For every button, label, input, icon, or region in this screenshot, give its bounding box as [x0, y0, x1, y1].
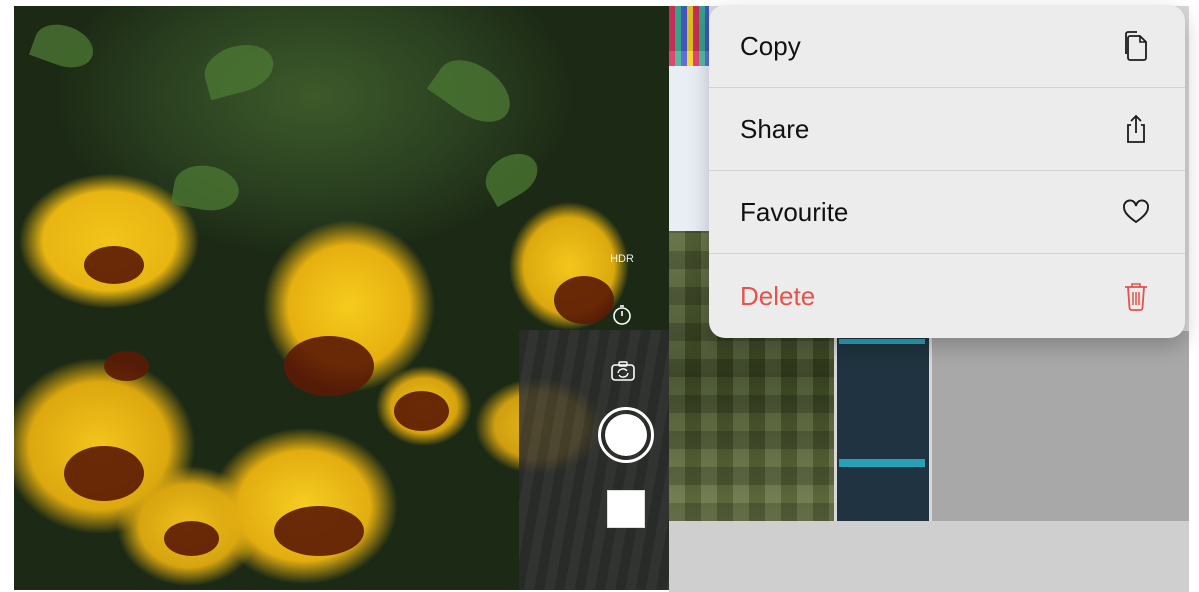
shutter-inner [605, 414, 647, 456]
flower-center [284, 336, 374, 396]
foliage [426, 47, 522, 135]
flower-center [394, 391, 449, 431]
screenshot-header-bar [839, 339, 925, 344]
foliage [170, 160, 243, 216]
camera-viewfinder [14, 6, 669, 590]
menu-item-label: Favourite [740, 196, 849, 227]
desktop-screenshot-thumbnail[interactable] [669, 6, 709, 231]
menu-item-copy[interactable]: Copy [709, 5, 1185, 88]
flower-center [554, 276, 614, 324]
screenshot-button-bar [839, 459, 925, 467]
flower-center [64, 446, 144, 501]
grid-empty-area [669, 521, 1189, 592]
timer-icon[interactable] [611, 304, 633, 326]
foliage [28, 16, 100, 76]
camera-flip-icon[interactable] [610, 360, 636, 382]
menu-item-favourite[interactable]: Favourite [709, 171, 1185, 254]
foliage [477, 144, 546, 208]
context-menu: Copy Share Favourite Delete [709, 5, 1185, 338]
grey-photo-thumbnail[interactable] [932, 331, 1189, 521]
flower-center [104, 351, 149, 381]
menu-item-label: Share [740, 113, 810, 144]
flower-center [164, 521, 219, 556]
last-photo-thumbnail[interactable] [607, 490, 645, 528]
trash-icon [1121, 279, 1151, 313]
copy-icon [1121, 29, 1151, 63]
wooden-deck [519, 330, 669, 590]
app-screenshot-thumbnail[interactable] [837, 331, 929, 521]
menu-item-label: Delete [740, 280, 816, 311]
share-icon [1121, 112, 1151, 146]
menu-item-delete[interactable]: Delete [709, 254, 1185, 338]
foliage [199, 37, 279, 101]
hdr-toggle[interactable]: HDR [605, 253, 639, 265]
menu-item-share[interactable]: Share [709, 88, 1185, 171]
screenshot-content [669, 6, 709, 66]
flower-center [84, 246, 144, 284]
flower-center [274, 506, 364, 556]
menu-item-label: Copy [740, 30, 801, 61]
heart-icon [1121, 195, 1151, 229]
shutter-button[interactable] [598, 407, 654, 463]
